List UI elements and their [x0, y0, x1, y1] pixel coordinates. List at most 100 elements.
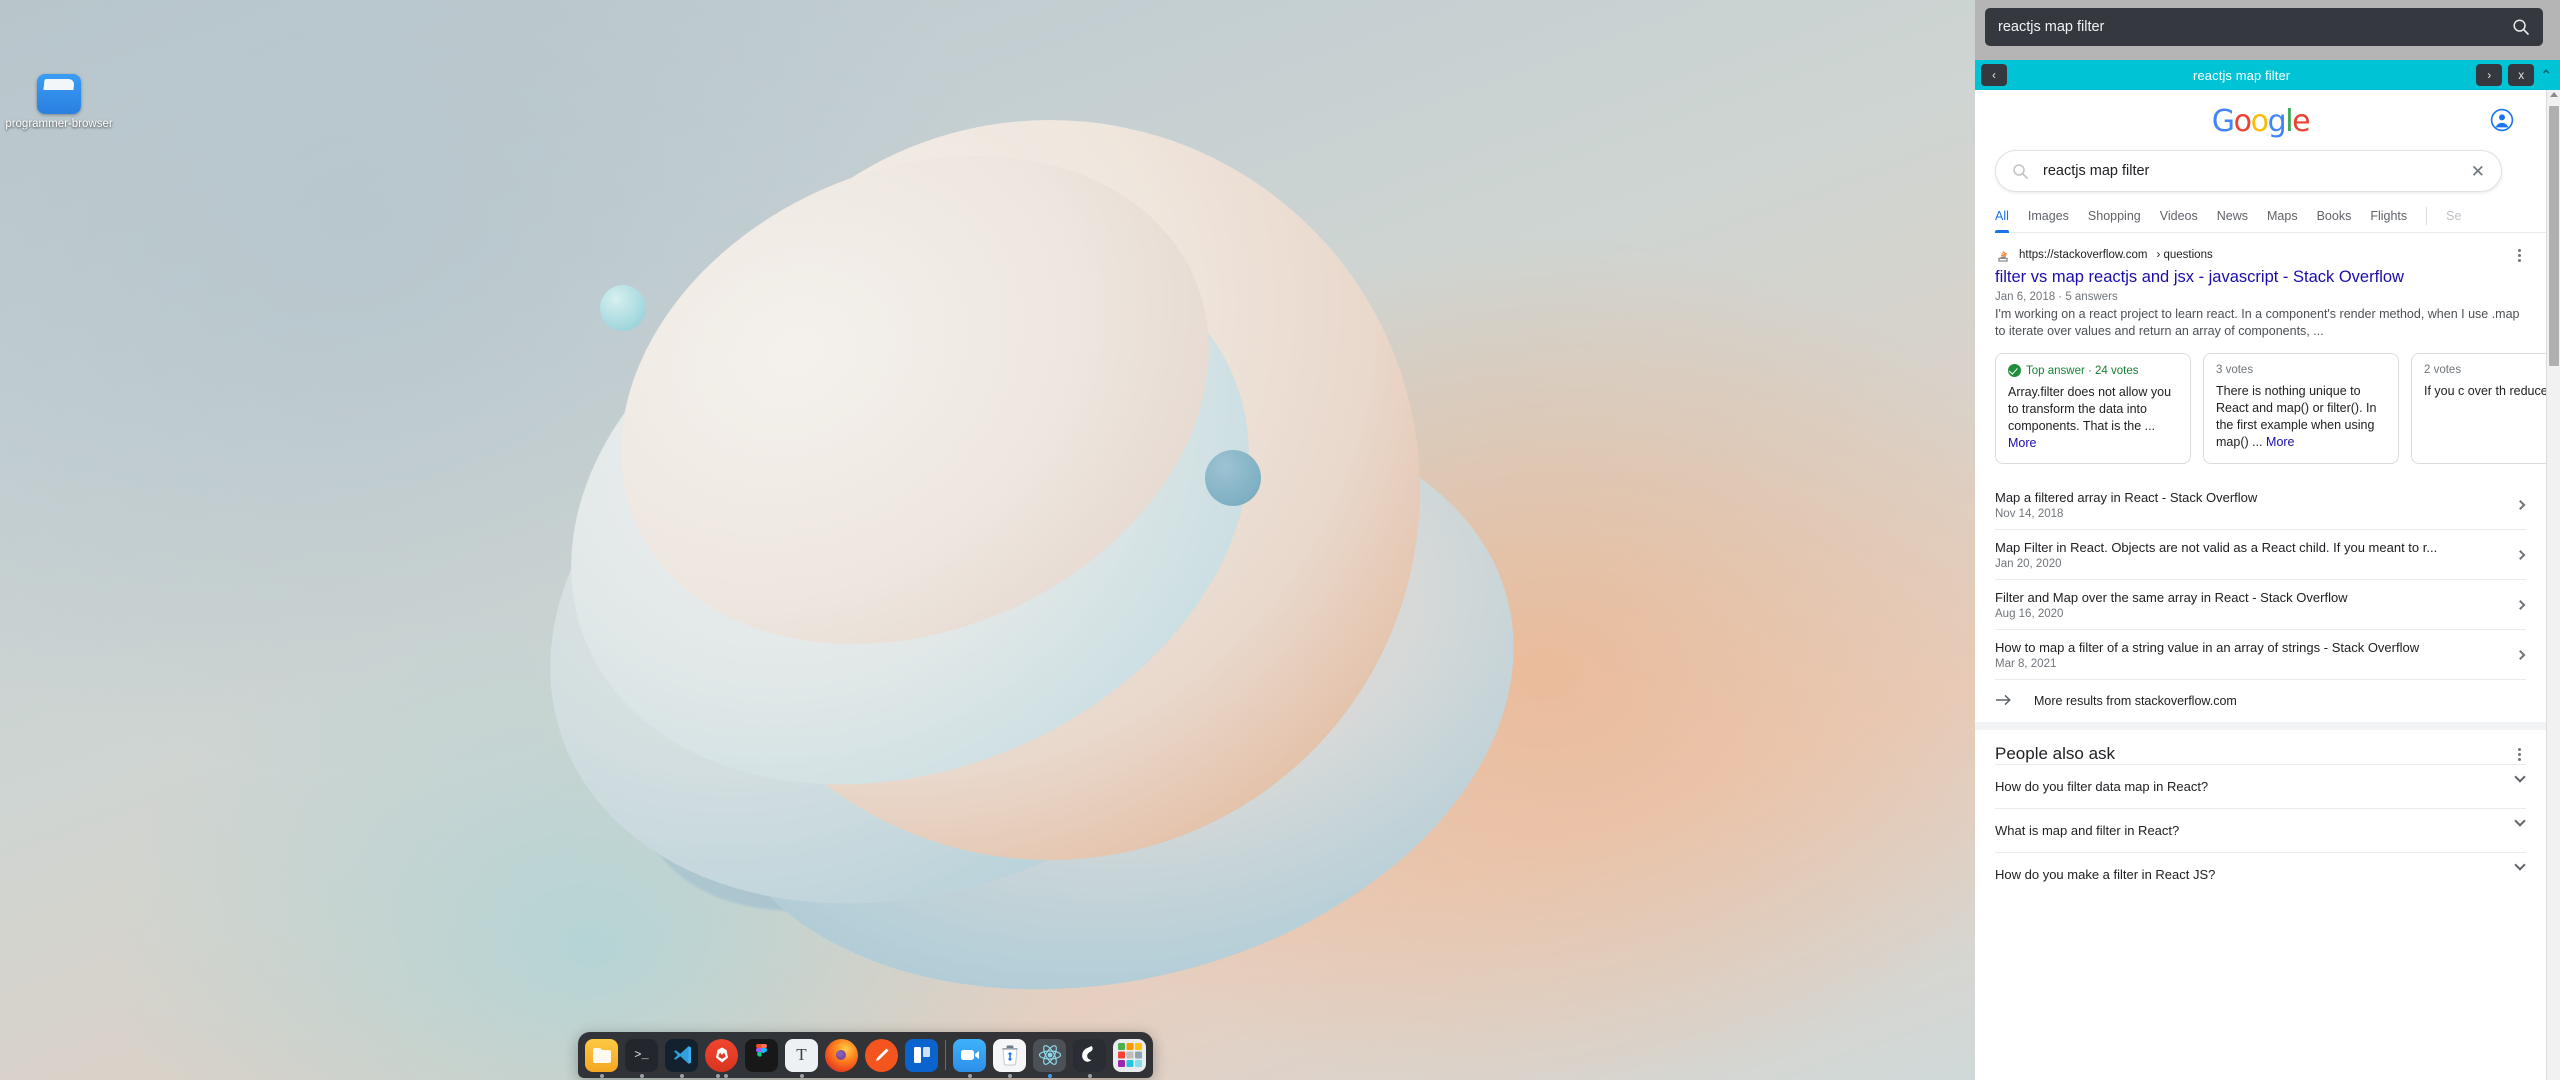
sitelinks-list: Map a filtered array in React - Stack Ov… — [1995, 480, 2526, 680]
obs-icon — [1073, 1038, 1106, 1072]
google-tabs: All Images Shopping Videos News Maps Boo… — [1995, 202, 2546, 233]
dock-item-color-picker[interactable] — [865, 1038, 898, 1072]
terminal-icon: >_ — [625, 1038, 658, 1072]
panel-search-bar[interactable] — [1985, 8, 2543, 46]
figma-icon — [745, 1038, 778, 1072]
dock: >_ T — [578, 1032, 1153, 1078]
search-icon — [2012, 163, 2029, 180]
paa-question-row[interactable]: How do you filter data map in React? — [1995, 764, 2526, 808]
paa-question-row[interactable]: What is map and filter in React? — [1995, 808, 2526, 852]
sitelink-row[interactable]: How to map a filter of a string value in… — [1995, 630, 2526, 680]
paa-question: How do you make a filter in React JS? — [1995, 867, 2216, 882]
logo-letter-e: e — [2292, 104, 2310, 139]
scrollbar-thumb[interactable] — [2549, 106, 2559, 366]
search-result-primary: https://stackoverflow.com › questions fi… — [1975, 233, 2546, 340]
answer-card-badge-row: Top answer · 24 votes — [2008, 364, 2178, 377]
logo-letter-o1: o — [2233, 104, 2252, 139]
panel-collapse-button[interactable]: ⌃ — [2540, 67, 2552, 84]
panel-back-button[interactable]: ‹ — [1981, 64, 2007, 86]
more-results-link[interactable]: More results from stackoverflow.com — [1995, 693, 2526, 722]
wallpaper-shape-ball-dark — [1205, 450, 1261, 506]
paa-options-icon[interactable] — [2512, 746, 2526, 762]
trello-icon — [905, 1038, 938, 1072]
dock-running-dot — [639, 1073, 644, 1078]
chevron-right-icon — [2515, 599, 2526, 610]
tab-news[interactable]: News — [2217, 209, 2248, 232]
sitelink-date: Mar 8, 2021 — [1995, 658, 2057, 670]
result-meta: Jan 6, 2018 · 5 answers — [1995, 291, 2118, 303]
tab-all[interactable]: All — [1995, 209, 2009, 233]
dock-running-dot-active — [1047, 1073, 1052, 1078]
answer-card-text: If you c over th reduce .reduce — [2424, 384, 2560, 398]
dock-item-app-grid[interactable] — [1113, 1038, 1146, 1072]
app-grid-icon — [1113, 1038, 1146, 1072]
scroll-up-arrow-icon[interactable] — [2550, 92, 2558, 97]
dock-running-dot — [723, 1073, 728, 1078]
sitelink-date: Jan 20, 2020 — [1995, 558, 2062, 570]
dock-separator — [945, 1040, 946, 1070]
sitelink-row[interactable]: Map Filter in React. Objects are not val… — [1995, 530, 2526, 580]
answer-card-badge-row: 2 votes — [2424, 364, 2560, 376]
panel-nav-bar: ‹ reactjs map filter › x ⌃ — [1975, 60, 2560, 90]
panel-nav-title: reactjs map filter — [2193, 67, 2291, 83]
clear-search-icon[interactable]: ✕ — [2471, 163, 2485, 180]
result-options-icon[interactable] — [2512, 247, 2526, 263]
react-icon — [1033, 1038, 1066, 1072]
paa-question-row[interactable]: How do you make a filter in React JS? — [1995, 852, 2526, 896]
dock-running-dot — [967, 1073, 972, 1078]
tab-flights[interactable]: Flights — [2370, 209, 2407, 232]
tab-books[interactable]: Books — [2317, 209, 2352, 232]
dock-item-brave[interactable] — [705, 1038, 738, 1078]
panel-forward-button[interactable]: › — [2476, 64, 2503, 86]
account-circle-icon[interactable] — [2490, 108, 2514, 132]
result-domain[interactable]: https://stackoverflow.com — [2019, 249, 2147, 261]
dock-item-trash[interactable] — [993, 1038, 1026, 1078]
dock-item-text-editor[interactable]: T — [785, 1038, 818, 1078]
google-search-box[interactable]: ✕ — [1995, 150, 2502, 192]
answer-card-more-link[interactable]: More — [2008, 436, 2036, 450]
more-results-label: More results from stackoverflow.com — [2034, 693, 2237, 708]
answer-card[interactable]: 2 votes If you c over th reduce .reduce — [2411, 353, 2560, 464]
desktop: programmer-browser >_ T — [0, 0, 1975, 1080]
panel-search-input[interactable] — [1998, 19, 2512, 35]
vscode-icon — [665, 1038, 698, 1072]
desktop-icon-programmer-browser[interactable]: programmer-browser — [4, 74, 114, 131]
result-title-link[interactable]: filter vs map reactjs and jsx - javascri… — [1995, 267, 2526, 287]
tab-search-tools[interactable]: Se — [2446, 209, 2461, 232]
dock-item-video-call[interactable] — [953, 1038, 986, 1078]
people-also-ask-section: People also ask How do you filter data m… — [1975, 730, 2546, 896]
dock-item-trello[interactable] — [905, 1038, 938, 1072]
answer-card-text: There is nothing unique to React and map… — [2216, 384, 2377, 449]
desktop-icon-label: programmer-browser — [5, 118, 113, 130]
tab-maps[interactable]: Maps — [2267, 209, 2298, 232]
answer-card[interactable]: 3 votes There is nothing unique to React… — [2203, 353, 2399, 464]
tab-videos[interactable]: Videos — [2160, 209, 2198, 232]
sitelink-row[interactable]: Filter and Map over the same array in Re… — [1995, 580, 2526, 630]
dock-item-firefox[interactable] — [825, 1038, 858, 1072]
sitelink-date: Nov 14, 2018 — [1995, 508, 2064, 520]
google-search-input[interactable] — [2043, 163, 2471, 179]
page-scrollbar[interactable] — [2546, 90, 2560, 1080]
chevron-right-icon — [2515, 649, 2526, 660]
sitelink-row[interactable]: Map a filtered array in React - Stack Ov… — [1995, 480, 2526, 530]
dock-item-vscode[interactable] — [665, 1038, 698, 1078]
dock-item-terminal[interactable]: >_ — [625, 1038, 658, 1078]
answer-cards-carousel[interactable]: Top answer · 24 votes Array.filter does … — [1995, 353, 2560, 464]
dock-running-dot — [1007, 1073, 1012, 1078]
dock-item-react-devtools[interactable] — [1033, 1038, 1066, 1078]
dock-running-dot — [1087, 1073, 1092, 1078]
chevron-down-icon — [2514, 771, 2526, 783]
tab-images[interactable]: Images — [2028, 209, 2069, 232]
logo-letter-G: G — [2211, 104, 2235, 139]
panel-close-button[interactable]: x — [2508, 64, 2535, 86]
answer-card-badge: Top answer · 24 votes — [2026, 364, 2139, 377]
dock-item-obs-studio[interactable] — [1073, 1038, 1106, 1078]
answer-card[interactable]: Top answer · 24 votes Array.filter does … — [1995, 353, 2191, 464]
trash-icon — [993, 1038, 1026, 1072]
tab-shopping[interactable]: Shopping — [2088, 209, 2141, 232]
search-icon[interactable] — [2512, 18, 2530, 36]
chevron-right-icon — [2515, 499, 2526, 510]
answer-card-more-link[interactable]: More — [2266, 435, 2294, 449]
dock-item-files[interactable] — [585, 1038, 618, 1078]
dock-item-figma[interactable] — [745, 1038, 778, 1072]
